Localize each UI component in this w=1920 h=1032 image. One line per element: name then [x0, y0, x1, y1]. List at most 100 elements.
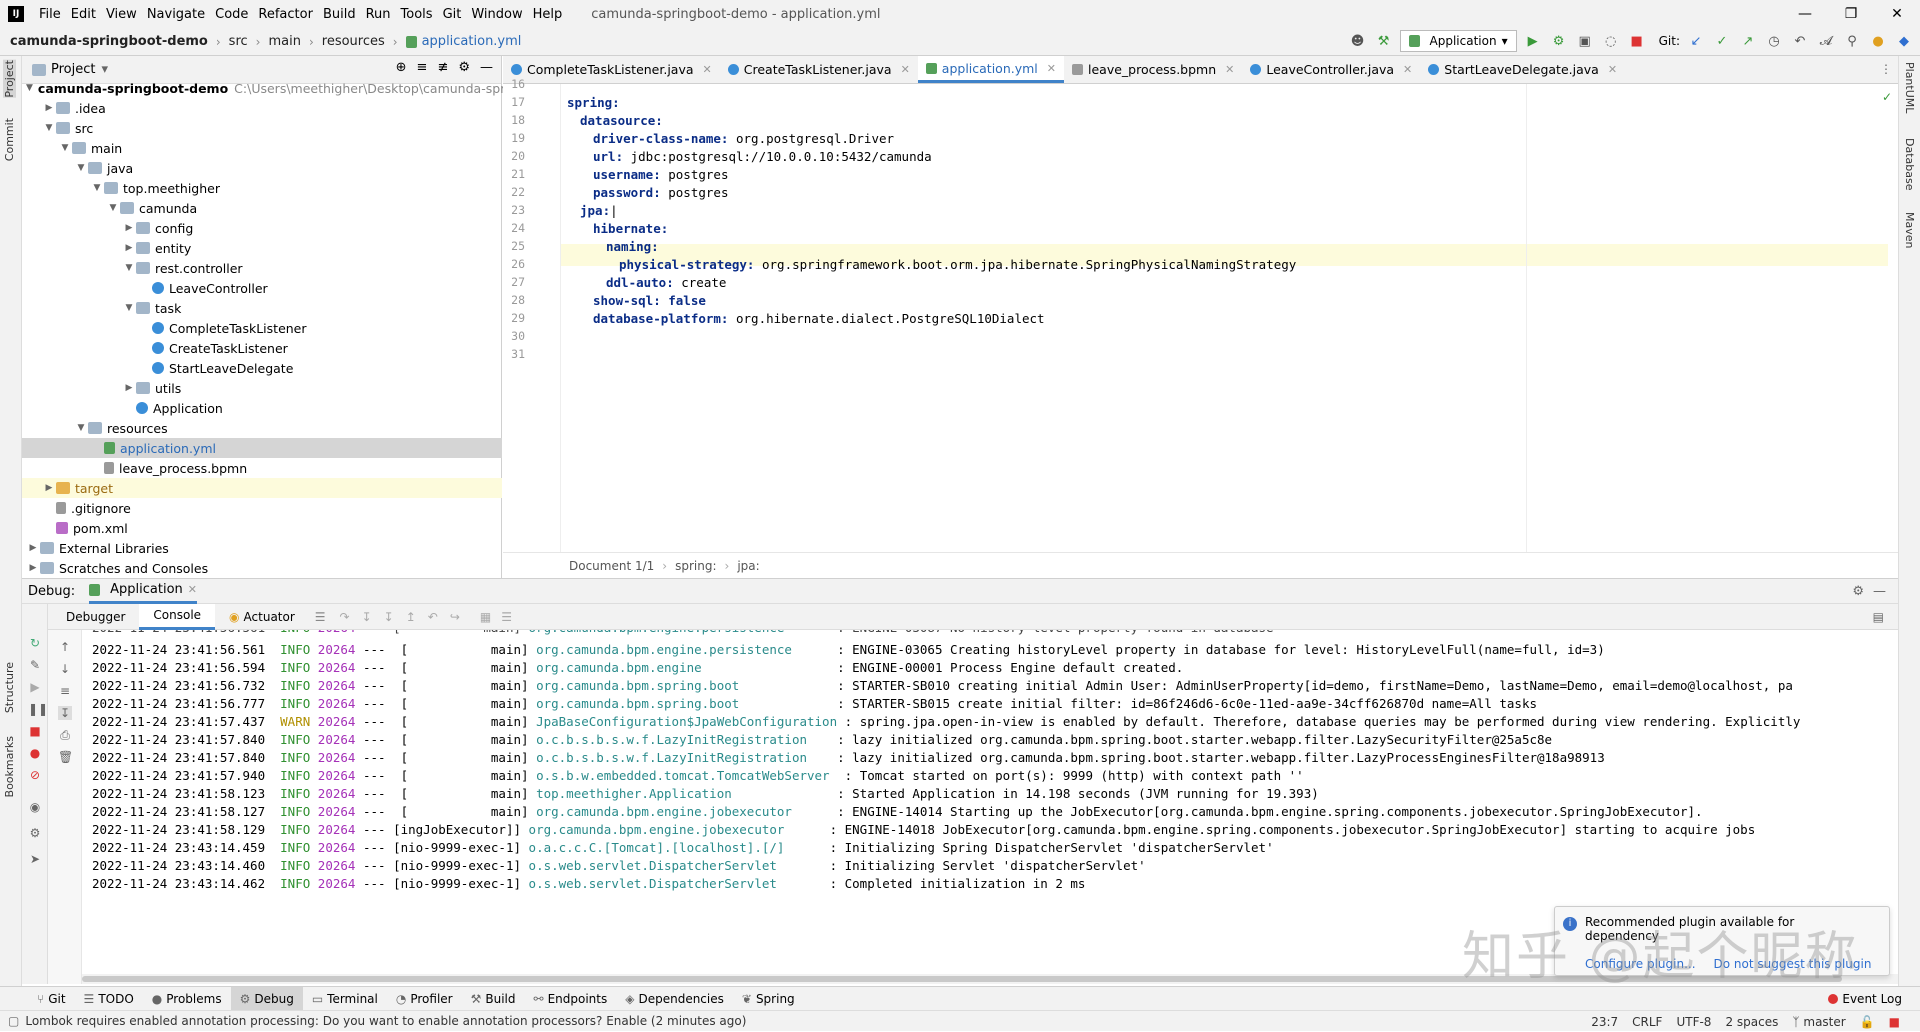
rerun-icon[interactable]: ↻ [28, 636, 42, 650]
tab-application-yml[interactable]: application.yml ✕ [917, 56, 1064, 83]
debug-session-tab[interactable]: Application ✕ [89, 578, 197, 604]
yaml-path-spring[interactable]: spring: [675, 559, 716, 573]
git-update-icon[interactable]: ↙ [1686, 31, 1706, 51]
tree-node[interactable]: ▶ config [22, 218, 502, 238]
menu-item-build[interactable]: Build [318, 7, 361, 22]
error-icon[interactable]: ■ [1889, 1015, 1900, 1029]
tree-node[interactable]: LeaveController [22, 278, 502, 298]
tree-node[interactable]: ▶ External Libraries [22, 538, 502, 558]
step-actions-icon[interactable]: ↷↧↧↥↶↪ [340, 610, 472, 624]
rollback-icon[interactable]: ↶ [1790, 31, 1810, 51]
toolwindow-dependencies[interactable]: ◈ Dependencies [616, 987, 733, 1011]
tree-node[interactable]: leave_process.bpmn [22, 458, 502, 478]
code-editor[interactable]: 16 17 18 19 20 21 22 23 24 25 26 27 28 29 30 31 spring:… [503, 77, 1898, 552]
tree-node[interactable]: CompleteTaskListener [22, 318, 502, 338]
soft-wrap-icon[interactable]: ≡ [58, 684, 72, 698]
tab-leavecontroller-java[interactable]: LeaveController.java ✕ [1242, 56, 1420, 83]
tree-node[interactable]: ▼ java [22, 158, 502, 178]
minimize-icon[interactable]: — [1782, 0, 1828, 28]
indent-setting[interactable]: 2 spaces [1725, 1015, 1778, 1029]
project-title[interactable]: Project [51, 62, 95, 77]
chevron-down-icon[interactable]: ▾ [101, 62, 108, 77]
jetbrains-logo-icon[interactable]: ◆ [1894, 31, 1914, 51]
toolwindow-profiler[interactable]: ◔ Profiler [387, 987, 462, 1011]
tree-node[interactable]: ▶ entity [22, 238, 502, 258]
tree-node[interactable]: ▼ camunda [22, 198, 502, 218]
document-indicator[interactable]: Document 1/1 [569, 559, 654, 573]
close-icon[interactable]: ✕ [1047, 62, 1056, 75]
hide-icon[interactable]: — [1873, 584, 1886, 599]
debug-icon[interactable]: ⚙ [1549, 31, 1569, 51]
chevron-right-icon[interactable]: ▶ [42, 483, 56, 493]
down-arrow-icon[interactable]: ↓ [58, 662, 72, 676]
toolwindow-debug[interactable]: ⚙ Debug [230, 986, 303, 1011]
mute-breakpoints-icon[interactable]: ⊘ [28, 768, 42, 782]
close-icon[interactable]: ✕ [703, 63, 712, 76]
layout-icon[interactable]: ▢ [8, 1014, 19, 1028]
chevron-down-icon[interactable]: ▼ [74, 423, 88, 433]
chevron-down-icon[interactable]: ▼ [122, 303, 136, 313]
close-icon[interactable]: ✕ [1225, 63, 1234, 76]
history-icon[interactable]: ◷ [1764, 31, 1784, 51]
toolwindow-git[interactable]: ⑂ Git [28, 987, 75, 1011]
tree-node[interactable]: pom.xml [22, 518, 502, 538]
tab-debugger[interactable]: Debugger [52, 604, 139, 630]
gear-icon[interactable]: ⚙ [28, 826, 42, 840]
run-configuration-select[interactable]: Application ▾ [1399, 30, 1517, 52]
toolwindow-todo[interactable]: ☰ TODO [75, 987, 143, 1011]
tree-node[interactable]: Application [22, 398, 502, 418]
tree-node[interactable]: ▶ Scratches and Consoles [22, 558, 502, 578]
yaml-path-jpa[interactable]: jpa: [737, 559, 759, 573]
tree-node[interactable]: ▼ src [22, 118, 502, 138]
chevron-down-icon[interactable]: ▼ [42, 123, 56, 133]
chevron-right-icon[interactable]: ▶ [122, 223, 136, 233]
tab-leave-process-bpmn[interactable]: leave_process.bpmn ✕ [1064, 56, 1242, 83]
menu-item-refactor[interactable]: Refactor [253, 7, 318, 22]
chevron-down-icon[interactable]: ▼ [74, 163, 88, 173]
menu-item-tools[interactable]: Tools [396, 7, 438, 22]
tree-node[interactable]: ▼ camunda-springboot-demo C:\Users\meethig… [22, 78, 509, 98]
stop-icon[interactable]: ■ [28, 724, 42, 738]
up-arrow-icon[interactable]: ↑ [58, 640, 72, 654]
tool-maven[interactable]: Maven [1903, 212, 1916, 248]
tool-project[interactable]: Project [3, 60, 16, 98]
coverage-icon[interactable]: ▣ [1575, 31, 1595, 51]
tab-startleavedelegate-java[interactable]: StartLeaveDelegate.java ✕ [1420, 56, 1625, 83]
gear-icon[interactable]: ⚙ [1852, 584, 1864, 599]
chevron-right-icon[interactable]: ▶ [26, 543, 40, 553]
gear-icon[interactable]: ⚙ [458, 60, 470, 75]
close-icon[interactable]: ✕ [1403, 63, 1412, 76]
menu-item-navigate[interactable]: Navigate [142, 7, 210, 22]
toolwindow-build[interactable]: ⚒ Build [462, 987, 525, 1011]
locate-icon[interactable]: ⊕ [396, 60, 407, 75]
tree-node[interactable]: StartLeaveDelegate [22, 358, 502, 378]
view-breakpoints-icon[interactable]: ● [28, 746, 42, 760]
translate-icon[interactable]: 𝓐 [1816, 31, 1836, 51]
expand-all-icon[interactable]: ≡ [417, 60, 428, 75]
toolwindow-spring[interactable]: ❦ Spring [733, 987, 804, 1011]
breadcrumb-file[interactable]: application.yml [422, 34, 522, 49]
menu-item-run[interactable]: Run [361, 7, 396, 22]
breadcrumb-main[interactable]: main [268, 34, 300, 49]
tree-node[interactable]: ▶ target [22, 478, 502, 498]
tree-node[interactable]: ▶ .idea [22, 98, 502, 118]
update-icon[interactable]: ● [1868, 31, 1888, 51]
chevron-down-icon[interactable]: ▼ [122, 263, 136, 273]
search-icon[interactable]: ⚲ [1842, 31, 1862, 51]
trash-icon[interactable]: 🗑 [58, 750, 73, 764]
restore-icon[interactable]: ❐ [1828, 0, 1874, 28]
print-icon[interactable]: ⎙ [58, 728, 72, 742]
status-message[interactable]: Lombok requires enabled annotation proce… [25, 1014, 746, 1028]
tool-database[interactable]: Database [1903, 138, 1916, 191]
file-encoding[interactable]: UTF-8 [1676, 1015, 1711, 1029]
build-hammer-icon[interactable]: ⚒ [1374, 31, 1394, 51]
tool-structure[interactable]: Structure [3, 662, 16, 713]
chevron-down-icon[interactable]: ▼ [90, 183, 104, 193]
tab-console[interactable]: Console [139, 603, 216, 630]
profile-icon[interactable]: ◌ [1601, 31, 1621, 51]
chevron-right-icon[interactable]: ▶ [26, 563, 40, 573]
more-tabs-icon[interactable]: ⋮ [1880, 62, 1892, 76]
breadcrumb-src[interactable]: src [229, 34, 248, 49]
breadcrumb-project[interactable]: camunda-springboot-demo [10, 34, 208, 49]
breadcrumb-resources[interactable]: resources [322, 34, 385, 49]
